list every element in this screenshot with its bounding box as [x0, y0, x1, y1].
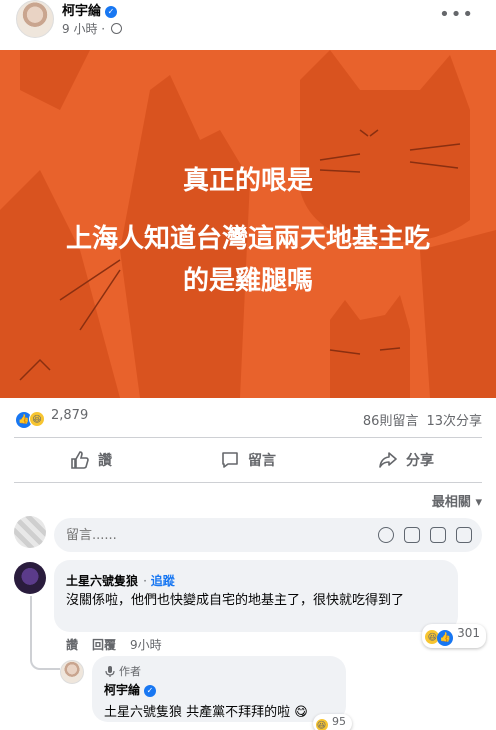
image-text-line1: 真正的哏是 — [182, 166, 313, 196]
reaction-count: 2,879 — [51, 408, 89, 423]
follow-link[interactable]: 追蹤 — [151, 574, 175, 588]
laughing-emoji-icon: 😋 — [294, 705, 308, 720]
comment-button[interactable]: 留言 — [220, 450, 276, 474]
share-arrow-icon — [379, 452, 397, 468]
chevron-down-icon: ▾ — [475, 495, 482, 510]
comment-like-link[interactable]: 讚 — [66, 638, 78, 652]
more-options-icon[interactable]: ••• — [439, 4, 474, 25]
reaction-summary[interactable]: 👍 😆 2,879 — [16, 408, 88, 428]
haha-reaction-icon: 😆 — [29, 411, 45, 427]
reply-bubble: 作者 柯宇綸 ✓ 土星六號隻狼 共產黨不拜拜的啦 😋 😆 95 — [92, 656, 352, 730]
comment-bubble: 土星六號隻狼 · 追蹤 沒關係啦，他們也快變成自宅的地基主了，很快就吃得到了 😆… — [54, 560, 486, 648]
comment-input[interactable] — [54, 518, 314, 552]
image-text-line3: 的是雞腿嗎 — [182, 266, 313, 296]
reply-author-row: 柯宇綸 ✓ — [104, 681, 334, 698]
post-meta: 9 小時 · — [62, 20, 122, 37]
comment-sort-dropdown[interactable]: 最相關 ▾ — [432, 491, 482, 510]
reply-reaction-count: 95 — [332, 715, 346, 728]
post-image[interactable]: 真正的哏是 上海人知道台灣這兩天地基主吃 的是雞腿嗎 — [0, 50, 496, 398]
reply-author-name[interactable]: 柯宇綸 — [104, 683, 140, 697]
reply-text: 土星六號隻狼 共產黨不拜拜的啦 😋 — [104, 701, 334, 720]
composer-tools — [368, 527, 472, 547]
comment-bubble-icon — [222, 452, 238, 468]
sticker-icon[interactable] — [456, 527, 472, 543]
post-time[interactable]: 9 小時 — [62, 22, 97, 36]
emoji-icon[interactable] — [378, 527, 394, 543]
post-stats: 86則留言 13次分享 — [363, 410, 482, 429]
author-avatar[interactable] — [16, 0, 54, 38]
share-button-label: 分享 — [406, 453, 434, 469]
share-button[interactable]: 分享 — [378, 450, 434, 474]
author-badge-label: 作者 — [119, 665, 141, 678]
verified-badge-icon: ✓ — [144, 685, 157, 697]
share-count[interactable]: 13次分享 — [426, 414, 482, 429]
comment-composer[interactable] — [54, 518, 482, 552]
divider — [14, 482, 482, 483]
comment-text: 沒關係啦，他們也快變成自宅的地基主了，很快就吃得到了 — [66, 593, 405, 608]
separator-dot: · — [143, 574, 151, 588]
gif-icon[interactable] — [430, 527, 446, 543]
image-text-line2: 上海人知道台灣這兩天地基主吃 — [65, 224, 430, 254]
thumbs-up-icon — [71, 451, 89, 469]
globe-icon — [110, 23, 122, 34]
post-header: 柯宇綸 ✓ 9 小時 · ••• — [0, 0, 496, 50]
reply-text-content: 土星六號隻狼 共產黨不拜拜的啦 — [104, 705, 291, 720]
camera-icon[interactable] — [404, 527, 420, 543]
author-name-row: 柯宇綸 ✓ — [62, 0, 118, 19]
like-reaction-icon: 👍 — [437, 630, 454, 646]
microphone-icon — [105, 666, 115, 677]
sort-label: 最相關 — [431, 495, 471, 510]
comment-actions: 讚回覆 9小時 — [66, 636, 176, 653]
divider — [14, 437, 482, 438]
author-name[interactable]: 柯宇綸 — [62, 4, 101, 19]
haha-reaction-icon: 😆 — [314, 718, 329, 730]
author-badge: 作者 — [104, 663, 334, 679]
comment-reply-link[interactable]: 回覆 — [92, 638, 116, 652]
like-button-label: 讚 — [98, 453, 112, 469]
like-button[interactable]: 讚 — [70, 450, 112, 474]
comment-button-label: 留言 — [248, 453, 276, 469]
comment-reaction-count: 301 — [457, 626, 480, 640]
comment-reactions[interactable]: 😆 👍 301 — [422, 624, 486, 648]
reply-author-avatar[interactable] — [60, 660, 84, 684]
comment-count[interactable]: 86則留言 — [363, 414, 419, 429]
comment-time[interactable]: 9小時 — [130, 638, 162, 652]
reply-reactions[interactable]: 😆 95 — [312, 714, 352, 730]
verified-badge-icon: ✓ — [105, 6, 118, 18]
current-user-avatar — [14, 516, 46, 548]
commenter-avatar[interactable] — [14, 562, 46, 594]
commenter-name[interactable]: 土星六號隻狼 — [66, 574, 138, 588]
